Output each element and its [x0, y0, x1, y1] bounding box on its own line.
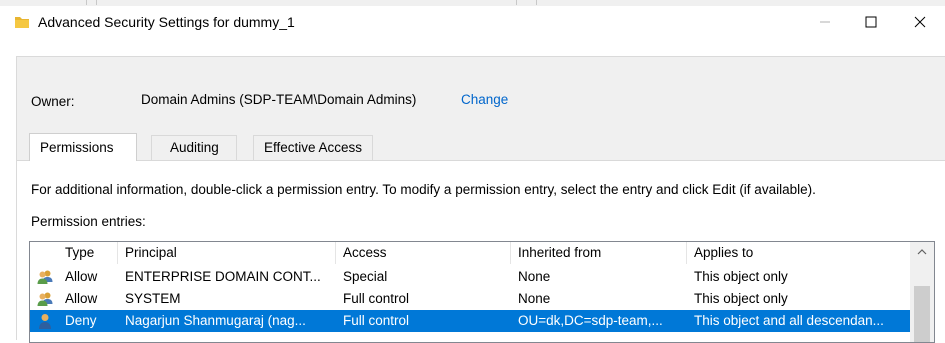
list-header: Type Principal Access Inherited from App…	[30, 242, 910, 264]
tab-effective-access[interactable]: Effective Access	[253, 135, 373, 160]
cell-applies-to: This object and all descendan...	[694, 313, 884, 328]
group-users-icon	[37, 291, 53, 307]
advanced-security-settings-window: Advanced Security Settings for dummy_1 O…	[0, 6, 945, 343]
cell-inherited-from: None	[518, 291, 551, 306]
owner-change-link[interactable]: Change	[461, 92, 508, 107]
cell-type: Allow	[65, 269, 98, 284]
cell-principal: ENTERPRISE DOMAIN CONT...	[125, 269, 321, 284]
tab-auditing[interactable]: Auditing	[151, 135, 237, 160]
user-icon	[37, 313, 53, 329]
close-icon	[914, 16, 926, 27]
window-title: Advanced Security Settings for dummy_1	[38, 14, 295, 30]
column-header-principal[interactable]: Principal	[118, 242, 336, 264]
cell-access: Special	[343, 269, 388, 284]
dialog-body: Owner: Domain Admins (SDP-TEAM\Domain Ad…	[16, 56, 945, 343]
column-header-access[interactable]: Access	[336, 242, 511, 264]
column-header-type[interactable]: Type	[58, 242, 118, 264]
close-button[interactable]	[897, 6, 943, 37]
cell-inherited-from: None	[518, 269, 551, 284]
cell-principal: Nagarjun Shanmugaraj (nag...	[125, 313, 306, 328]
owner-label: Owner:	[31, 94, 75, 109]
vertical-scrollbar[interactable]	[910, 242, 934, 342]
cell-access: Full control	[343, 291, 410, 306]
column-header-inherited-from[interactable]: Inherited from	[511, 242, 687, 264]
info-text: For additional information, double-click…	[31, 182, 816, 197]
cell-principal: SYSTEM	[125, 291, 181, 306]
title-bar: Advanced Security Settings for dummy_1	[0, 6, 945, 37]
cell-type: Deny	[65, 313, 97, 328]
cell-applies-to: This object only	[694, 291, 788, 306]
table-row[interactable]: Allow ENTERPRISE DOMAIN CONT... Special …	[30, 266, 910, 288]
scroll-up-button[interactable]	[910, 242, 934, 262]
maximize-icon	[865, 16, 877, 27]
scroll-thumb[interactable]	[914, 286, 930, 342]
cell-type: Allow	[65, 291, 98, 306]
folder-icon	[14, 15, 30, 29]
permission-entries-label: Permission entries:	[31, 214, 146, 229]
chevron-up-icon	[917, 249, 927, 255]
table-row[interactable]: Allow SYSTEM Full control None This obje…	[30, 288, 910, 310]
maximize-button[interactable]	[848, 6, 894, 37]
minimize-icon	[820, 21, 830, 22]
cell-inherited-from: OU=dk,DC=sdp-team,...	[518, 313, 663, 328]
column-header-applies-to[interactable]: Applies to	[687, 242, 910, 264]
permission-entries-list[interactable]: Type Principal Access Inherited from App…	[29, 241, 935, 343]
tab-permissions[interactable]: Permissions	[29, 133, 137, 161]
minimize-button[interactable]	[802, 6, 848, 37]
cell-access: Full control	[343, 313, 410, 328]
cell-applies-to: This object only	[694, 269, 788, 284]
table-row-selected[interactable]: Deny Nagarjun Shanmugaraj (nag... Full c…	[30, 310, 910, 332]
permissions-tab-panel: For additional information, double-click…	[17, 160, 945, 343]
group-users-icon	[37, 269, 53, 285]
owner-value: Domain Admins (SDP-TEAM\Domain Admins)	[141, 92, 417, 107]
